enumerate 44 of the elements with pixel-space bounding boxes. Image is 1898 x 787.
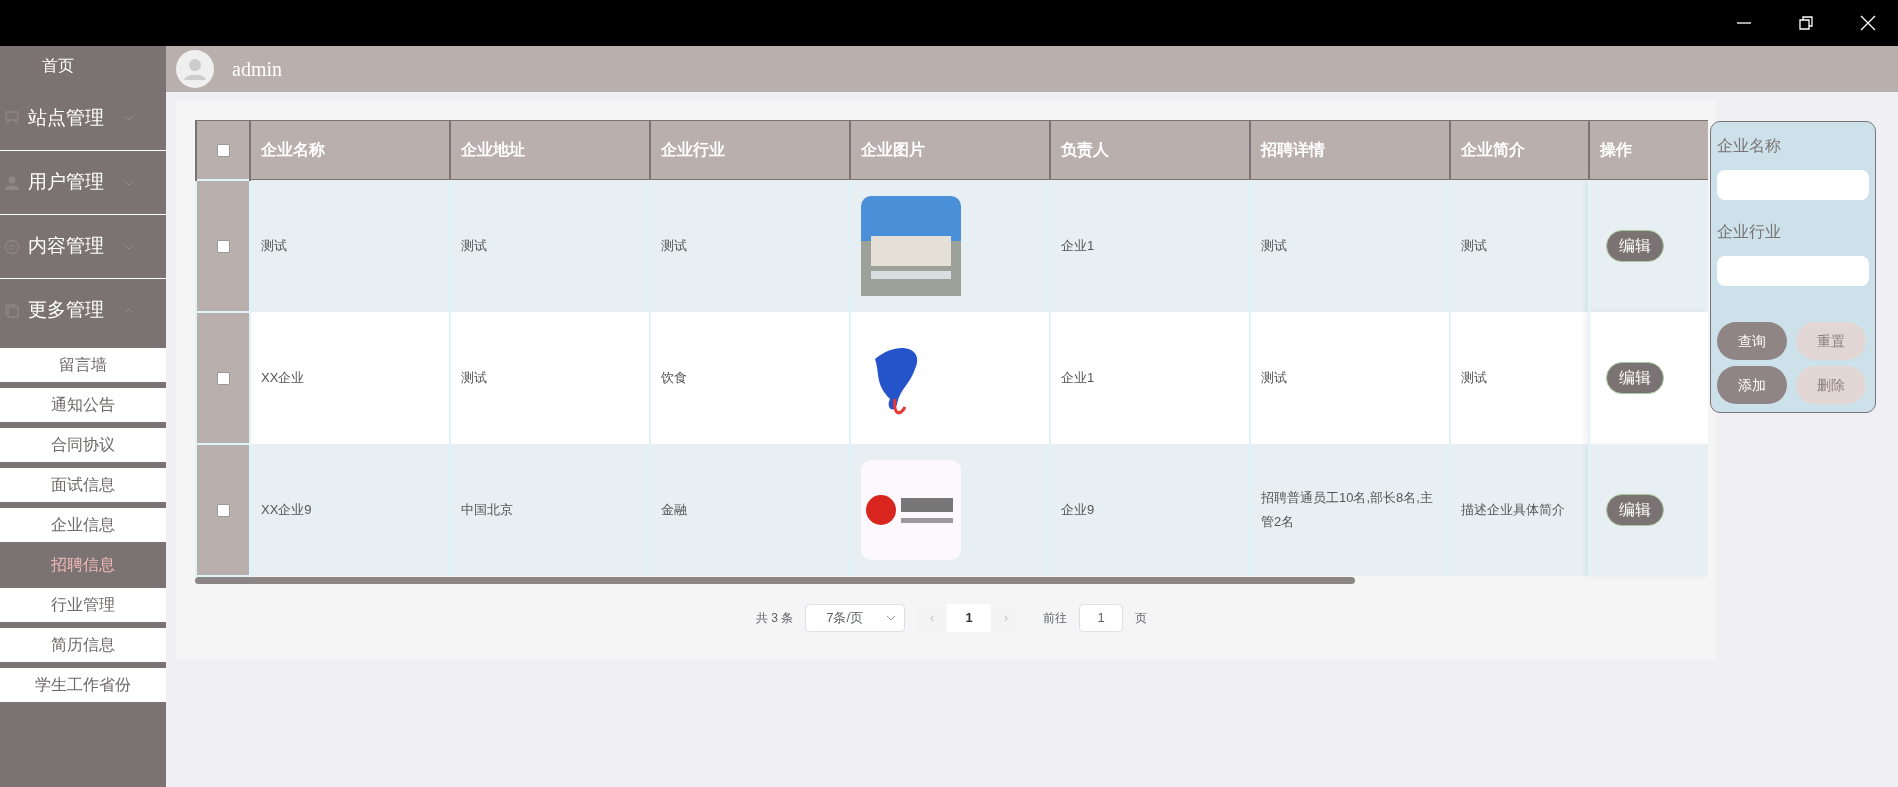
page-input[interactable]: 1 [1079, 603, 1124, 632]
horizontal-scrollbar[interactable] [195, 576, 1355, 584]
checkbox[interactable] [216, 503, 230, 517]
caret-icon [886, 614, 897, 621]
table-cell: XX企业9 [250, 443, 450, 576]
text-input[interactable] [1717, 170, 1869, 200]
page-unit-label: 页 [1135, 609, 1148, 627]
edit-button[interactable]: 编辑 [1606, 493, 1664, 526]
page-size-select[interactable]: 7条/页 [805, 603, 906, 632]
checkbox[interactable] [216, 371, 230, 385]
page-button[interactable]: 1 [947, 603, 992, 632]
checkbox[interactable] [216, 239, 230, 253]
close-icon[interactable] [1860, 15, 1876, 31]
table-cell: 中国北京 [450, 443, 650, 576]
menu-group[interactable]: 站点管理 [0, 86, 166, 150]
submenu-item[interactable]: 学生工作省份 [0, 668, 166, 702]
submenu-item[interactable]: 合同协议 [0, 428, 166, 462]
table-cell: 企业9 [1050, 443, 1250, 576]
table-cell: 描述企业具体简介 [1450, 443, 1589, 576]
goto-label: 前往 [1043, 609, 1068, 627]
checkbox[interactable] [216, 144, 230, 157]
edit-button[interactable]: 编辑 [1606, 361, 1664, 394]
table-cell: 招聘普通员工10名,部长8名,主管2名 [1250, 443, 1450, 576]
submenu-item[interactable]: 简历信息 [0, 628, 166, 662]
submenu-item[interactable]: 通知公告 [0, 388, 166, 422]
total-count: 共 3 条 [755, 609, 794, 627]
action-button[interactable]: 查询 [1717, 322, 1787, 360]
avatar-icon [176, 50, 214, 88]
user-name: admin [232, 57, 282, 82]
menu-group[interactable]: 内容管理 [0, 214, 166, 278]
edit-button[interactable]: 编辑 [1606, 229, 1664, 262]
field-label: 企业行业 [1717, 222, 1782, 242]
field-label: 企业名称 [1717, 136, 1782, 156]
submenu-item[interactable]: 面试信息 [0, 468, 166, 502]
submenu-item[interactable]: 企业信息 [0, 508, 166, 542]
menu-item[interactable]: 首页 [0, 46, 166, 86]
text-input[interactable] [1717, 256, 1869, 286]
restore-icon[interactable] [1798, 15, 1814, 31]
menu-group[interactable]: 更多管理 [0, 278, 166, 342]
submenu-item[interactable]: 留言墙 [0, 348, 166, 382]
action-button[interactable]: 添加 [1717, 366, 1787, 404]
submenu-item[interactable]: 行业管理 [0, 588, 166, 622]
table-cell: 金融 [650, 443, 850, 576]
menu-group[interactable]: 用户管理 [0, 150, 166, 214]
